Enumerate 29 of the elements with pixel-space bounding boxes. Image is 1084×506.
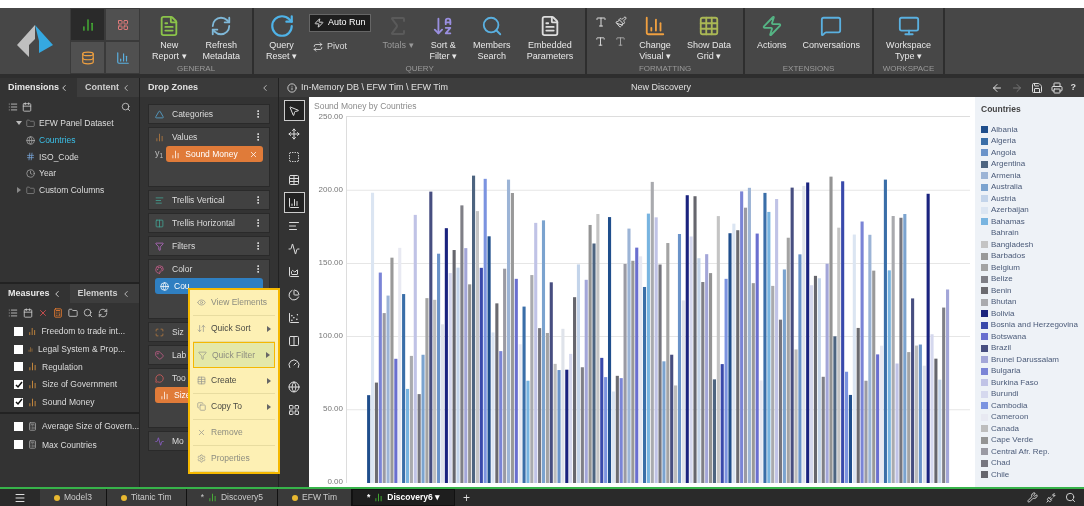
axis-label: 200.00 (317, 184, 343, 196)
group-title: QUERY (404, 63, 435, 74)
axis-label: 100.00 (317, 330, 343, 342)
zone-label: Lab (172, 348, 187, 362)
group-title: WORKSPACE (881, 63, 936, 74)
chip-label: Cou (174, 279, 191, 293)
axis-label: 50.00 (321, 403, 343, 415)
zone-label: Too (172, 371, 186, 385)
zone-label: Mo (172, 434, 184, 448)
zone-label: Trellis Horizontal (172, 216, 235, 230)
report-title: New Discovery (631, 80, 692, 94)
zone-label: Values (172, 130, 198, 144)
zone-label: Filters (172, 239, 196, 253)
zone-label: Trellis Vertical (172, 193, 225, 207)
legend-title: Countries (981, 103, 1022, 116)
panel-title: Drop Zones (148, 80, 198, 94)
zone-label: Siz (172, 325, 184, 339)
zone-label: Categories (172, 107, 214, 121)
chart-title: Sound Money by Countries (314, 100, 418, 113)
group-title: FORMATTING (637, 63, 693, 74)
group-title: EXTENSIONS (781, 63, 836, 74)
zone-label: Color (172, 262, 193, 276)
axis-label: 150.00 (317, 257, 343, 269)
axis-label: 250.00 (317, 111, 343, 123)
group-title: GENERAL (175, 63, 217, 74)
axis-label: y$_{1}$ (155, 147, 164, 161)
chip-label: Sound Money (185, 147, 239, 161)
axis-label: 0.00 (326, 476, 343, 488)
breadcrumb: In-Memory DB \ EFW Tim \ EFW Tim (301, 80, 449, 94)
